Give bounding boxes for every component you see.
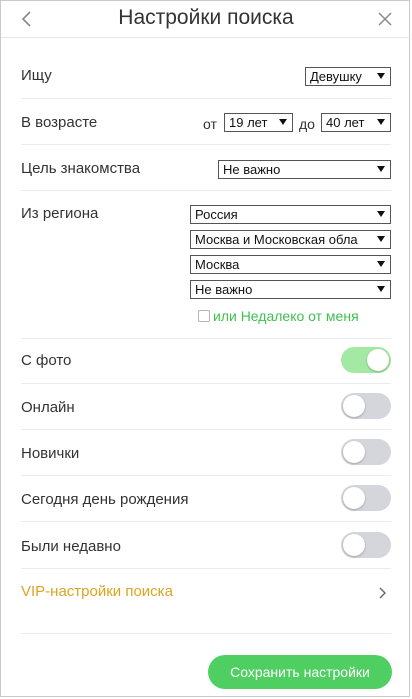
purpose-label: Цель знакомства — [21, 160, 141, 177]
vip-settings-chevron[interactable] — [377, 586, 387, 600]
country-select-value: Россия — [195, 207, 238, 222]
toggle-row-photo: С фото — [21, 339, 391, 384]
dropdown-arrow-icon — [377, 236, 385, 242]
country-select[interactable]: Россия — [190, 205, 391, 224]
toggle-row-birthday: Сегодня день рождения — [21, 476, 391, 522]
chevron-right-icon — [379, 587, 386, 599]
settings-panel: Настройки поиска Ищу Девушку В возрасте … — [0, 0, 411, 697]
toggle-row-recent: Были недавно — [21, 522, 391, 569]
dropdown-arrow-icon — [377, 286, 385, 292]
district-select-value: Не важно — [195, 282, 253, 297]
dropdown-arrow-icon — [377, 119, 385, 125]
city-select-value: Москва — [195, 257, 240, 272]
district-select[interactable]: Не важно — [190, 280, 391, 299]
toggle-knob — [343, 487, 365, 509]
toggle-label-birthday: Сегодня день рождения — [21, 491, 189, 508]
seeking-select[interactable]: Девушку — [305, 67, 391, 86]
purpose-row: Цель знакомства Не важно — [21, 145, 391, 191]
seeking-label: Ищу — [21, 67, 52, 84]
toggle-label-online: Онлайн — [21, 399, 75, 416]
toggle-knob — [343, 534, 365, 556]
dropdown-arrow-icon — [377, 211, 385, 217]
page-title: Настройки поиска — [118, 6, 294, 29]
online-toggle[interactable] — [341, 393, 391, 419]
dropdown-arrow-icon — [279, 119, 287, 125]
photo-toggle[interactable] — [341, 347, 391, 373]
purpose-select-value: Не важно — [223, 162, 281, 177]
newbies-toggle[interactable] — [341, 439, 391, 465]
nearby-checkbox[interactable]: или Недалеко от меня — [198, 308, 359, 324]
dropdown-arrow-icon — [377, 261, 385, 267]
toggle-knob — [367, 349, 389, 371]
recent-toggle[interactable] — [341, 532, 391, 558]
age-label: В возрасте — [21, 114, 98, 131]
dropdown-arrow-icon — [377, 166, 385, 172]
seeking-row: Ищу Девушку — [21, 57, 391, 99]
toggle-row-online: Онлайн — [21, 384, 391, 430]
save-settings-button[interactable]: Сохранить настройки — [208, 655, 392, 689]
toggle-knob — [343, 441, 365, 463]
toggle-row-newbies: Новички — [21, 430, 391, 476]
region-label: Из региона — [21, 205, 99, 222]
toggle-label-recent: Были недавно — [21, 538, 121, 555]
vip-settings-link[interactable]: VIP-настройки поиска — [21, 583, 173, 600]
nearby-label: или Недалеко от меня — [213, 308, 359, 324]
toggle-label-photo: С фото — [21, 352, 72, 369]
header: Настройки поиска — [1, 1, 411, 38]
age-from-label: от — [203, 116, 217, 132]
toggle-label-newbies: Новички — [21, 445, 80, 462]
region-select[interactable]: Москва и Московская обла — [190, 230, 391, 249]
close-icon — [378, 12, 392, 26]
footer-divider — [21, 633, 391, 634]
toggle-knob — [343, 395, 365, 417]
purpose-select[interactable]: Не важно — [218, 160, 391, 179]
age-row: В возрасте от 19 лет до 40 лет — [21, 99, 391, 145]
close-button[interactable] — [377, 11, 393, 27]
city-select[interactable]: Москва — [190, 255, 391, 274]
region-select-value: Москва и Московская обла — [195, 232, 358, 247]
checkbox-icon[interactable] — [198, 310, 210, 322]
birthday-toggle[interactable] — [341, 485, 391, 511]
age-to-select[interactable]: 40 лет — [321, 113, 391, 132]
age-from-select[interactable]: 19 лет — [224, 113, 293, 132]
dropdown-arrow-icon — [377, 73, 385, 79]
age-to-label: до — [299, 116, 315, 132]
